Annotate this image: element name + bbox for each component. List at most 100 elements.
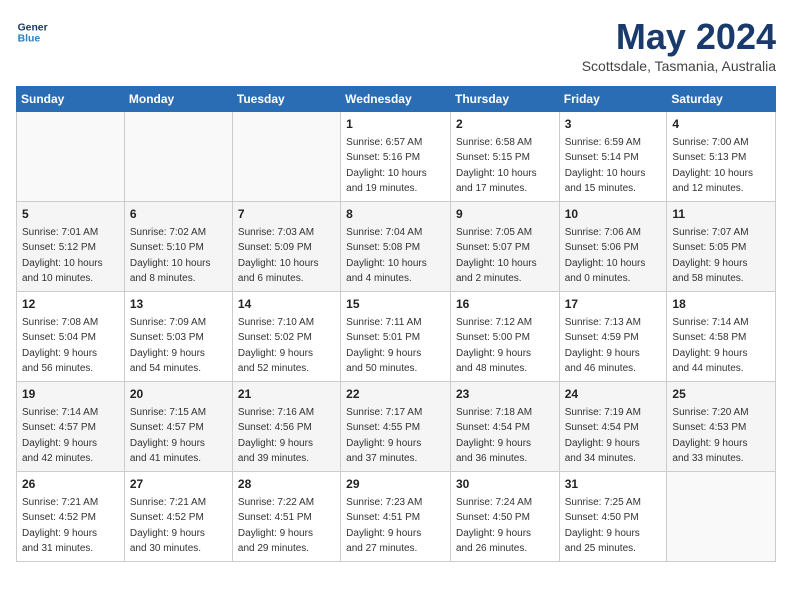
week-row-1: 1Sunrise: 6:57 AM Sunset: 5:16 PM Daylig…: [17, 112, 776, 202]
day-number: 31: [565, 476, 662, 493]
week-row-4: 19 Sunrise: 7:14 AM Sunset: 4:57 PM Dayli…: [17, 382, 776, 472]
day-content: Sunrise: 7:23 AM Sunset: 4:51 PM Dayligh…: [346, 497, 422, 555]
day-number: 5: [22, 206, 119, 223]
day-number: 16: [456, 296, 554, 313]
svg-text:General: General: [18, 22, 48, 33]
week-row-3: 12 Sunrise: 7:08 AM Sunset: 5:04 PM Dayli…: [17, 292, 776, 382]
calendar-cell: 7 Sunrise: 7:03 AM Sunset: 5:09 PM Daylig…: [232, 202, 340, 292]
calendar-cell: [17, 112, 125, 202]
day-number: 8: [346, 206, 445, 223]
day-number: 4: [672, 116, 770, 133]
svg-text:Blue: Blue: [18, 34, 41, 45]
day-number: 15: [346, 296, 445, 313]
day-content: Sunrise: 7:00 AM Sunset: 5:13 PM Dayligh…: [672, 137, 753, 195]
logo-icon: General Blue: [16, 16, 48, 48]
day-content: Sunrise: 7:04 AM Sunset: 5:08 PM Dayligh…: [346, 227, 427, 285]
calendar-cell: 2 Sunrise: 6:58 AM Sunset: 5:15 PM Daylig…: [450, 112, 559, 202]
calendar-table: SundayMondayTuesdayWednesdayThursdayFrid…: [16, 86, 776, 562]
day-content: Sunrise: 7:15 AM Sunset: 4:57 PM Dayligh…: [130, 407, 206, 465]
day-header-thursday: Thursday: [450, 87, 559, 112]
calendar-cell: 9Sunrise: 7:05 AM Sunset: 5:07 PM Daylig…: [450, 202, 559, 292]
day-content: Sunrise: 7:17 AM Sunset: 4:55 PM Dayligh…: [346, 407, 422, 465]
calendar-cell: 15Sunrise: 7:11 AM Sunset: 5:01 PM Dayli…: [341, 292, 451, 382]
day-header-tuesday: Tuesday: [232, 87, 340, 112]
calendar-cell: 14 Sunrise: 7:10 AM Sunset: 5:02 PM Dayli…: [232, 292, 340, 382]
day-content: Sunrise: 7:25 AM Sunset: 4:50 PM Dayligh…: [565, 497, 641, 555]
day-number: 7: [238, 206, 335, 223]
day-content: Sunrise: 6:57 AM Sunset: 5:16 PM Dayligh…: [346, 137, 427, 195]
location: Scottsdale, Tasmania, Australia: [582, 58, 776, 74]
calendar-cell: 21 Sunrise: 7:16 AM Sunset: 4:56 PM Dayli…: [232, 382, 340, 472]
calendar-cell: 26Sunrise: 7:21 AM Sunset: 4:52 PM Dayli…: [17, 472, 125, 562]
calendar-cell: 30Sunrise: 7:24 AM Sunset: 4:50 PM Dayli…: [450, 472, 559, 562]
day-number: 23: [456, 386, 554, 403]
calendar-cell: 19 Sunrise: 7:14 AM Sunset: 4:57 PM Dayli…: [17, 382, 125, 472]
calendar-cell: 8 Sunrise: 7:04 AM Sunset: 5:08 PM Daylig…: [341, 202, 451, 292]
day-number: 29: [346, 476, 445, 493]
day-content: Sunrise: 7:24 AM Sunset: 4:50 PM Dayligh…: [456, 497, 532, 555]
day-header-friday: Friday: [559, 87, 667, 112]
day-content: Sunrise: 7:07 AM Sunset: 5:05 PM Dayligh…: [672, 227, 748, 285]
day-number: 13: [130, 296, 227, 313]
day-content: Sunrise: 7:20 AM Sunset: 4:53 PM Dayligh…: [672, 407, 748, 465]
logo: General Blue: [16, 16, 48, 48]
day-content: Sunrise: 7:14 AM Sunset: 4:58 PM Dayligh…: [672, 317, 748, 375]
day-number: 6: [130, 206, 227, 223]
calendar-cell: 28Sunrise: 7:22 AM Sunset: 4:51 PM Dayli…: [232, 472, 340, 562]
day-content: Sunrise: 7:02 AM Sunset: 5:10 PM Dayligh…: [130, 227, 211, 285]
day-content: Sunrise: 6:58 AM Sunset: 5:15 PM Dayligh…: [456, 137, 537, 195]
calendar-cell: 17Sunrise: 7:13 AM Sunset: 4:59 PM Dayli…: [559, 292, 667, 382]
calendar-cell: 25 Sunrise: 7:20 AM Sunset: 4:53 PM Dayli…: [667, 382, 776, 472]
calendar-cell: 23 Sunrise: 7:18 AM Sunset: 4:54 PM Dayli…: [450, 382, 559, 472]
day-number: 14: [238, 296, 335, 313]
day-content: Sunrise: 7:18 AM Sunset: 4:54 PM Dayligh…: [456, 407, 532, 465]
day-number: 10: [565, 206, 662, 223]
calendar-cell: 16 Sunrise: 7:12 AM Sunset: 5:00 PM Dayli…: [450, 292, 559, 382]
day-content: Sunrise: 7:12 AM Sunset: 5:00 PM Dayligh…: [456, 317, 532, 375]
day-content: Sunrise: 7:14 AM Sunset: 4:57 PM Dayligh…: [22, 407, 98, 465]
day-content: Sunrise: 7:10 AM Sunset: 5:02 PM Dayligh…: [238, 317, 314, 375]
calendar-cell: 27 Sunrise: 7:21 AM Sunset: 4:52 PM Dayli…: [124, 472, 232, 562]
calendar-cell: [232, 112, 340, 202]
day-number: 27: [130, 476, 227, 493]
day-header-monday: Monday: [124, 87, 232, 112]
day-number: 9: [456, 206, 554, 223]
day-number: 18: [672, 296, 770, 313]
calendar-cell: 24Sunrise: 7:19 AM Sunset: 4:54 PM Dayli…: [559, 382, 667, 472]
day-number: 3: [565, 116, 662, 133]
calendar-cell: 5Sunrise: 7:01 AM Sunset: 5:12 PM Daylig…: [17, 202, 125, 292]
day-content: Sunrise: 7:21 AM Sunset: 4:52 PM Dayligh…: [130, 497, 206, 555]
day-content: Sunrise: 7:06 AM Sunset: 5:06 PM Dayligh…: [565, 227, 646, 285]
page-header: General Blue May 2024 Scottsdale, Tasman…: [16, 16, 776, 74]
week-row-2: 5Sunrise: 7:01 AM Sunset: 5:12 PM Daylig…: [17, 202, 776, 292]
header-row: SundayMondayTuesdayWednesdayThursdayFrid…: [17, 87, 776, 112]
month-title: May 2024: [582, 16, 776, 58]
day-number: 26: [22, 476, 119, 493]
day-header-sunday: Sunday: [17, 87, 125, 112]
day-number: 22: [346, 386, 445, 403]
calendar-cell: 6 Sunrise: 7:02 AM Sunset: 5:10 PM Daylig…: [124, 202, 232, 292]
title-block: May 2024 Scottsdale, Tasmania, Australia: [582, 16, 776, 74]
day-content: Sunrise: 6:59 AM Sunset: 5:14 PM Dayligh…: [565, 137, 646, 195]
calendar-cell: 22 Sunrise: 7:17 AM Sunset: 4:55 PM Dayli…: [341, 382, 451, 472]
day-number: 21: [238, 386, 335, 403]
day-number: 28: [238, 476, 335, 493]
day-number: 25: [672, 386, 770, 403]
day-number: 20: [130, 386, 227, 403]
calendar-cell: 13Sunrise: 7:09 AM Sunset: 5:03 PM Dayli…: [124, 292, 232, 382]
day-number: 2: [456, 116, 554, 133]
day-content: Sunrise: 7:16 AM Sunset: 4:56 PM Dayligh…: [238, 407, 314, 465]
day-content: Sunrise: 7:03 AM Sunset: 5:09 PM Dayligh…: [238, 227, 319, 285]
day-content: Sunrise: 7:13 AM Sunset: 4:59 PM Dayligh…: [565, 317, 641, 375]
day-content: Sunrise: 7:08 AM Sunset: 5:04 PM Dayligh…: [22, 317, 98, 375]
day-number: 12: [22, 296, 119, 313]
day-number: 19: [22, 386, 119, 403]
calendar-cell: 1Sunrise: 6:57 AM Sunset: 5:16 PM Daylig…: [341, 112, 451, 202]
calendar-cell: 3 Sunrise: 6:59 AM Sunset: 5:14 PM Daylig…: [559, 112, 667, 202]
calendar-cell: 10 Sunrise: 7:06 AM Sunset: 5:06 PM Dayli…: [559, 202, 667, 292]
calendar-cell: 12 Sunrise: 7:08 AM Sunset: 5:04 PM Dayli…: [17, 292, 125, 382]
day-header-wednesday: Wednesday: [341, 87, 451, 112]
calendar-cell: 4 Sunrise: 7:00 AM Sunset: 5:13 PM Daylig…: [667, 112, 776, 202]
day-content: Sunrise: 7:19 AM Sunset: 4:54 PM Dayligh…: [565, 407, 641, 465]
week-row-5: 26 Sunrise: 7:21 AM Sunset: 4:52 PM Dayli…: [17, 472, 776, 562]
